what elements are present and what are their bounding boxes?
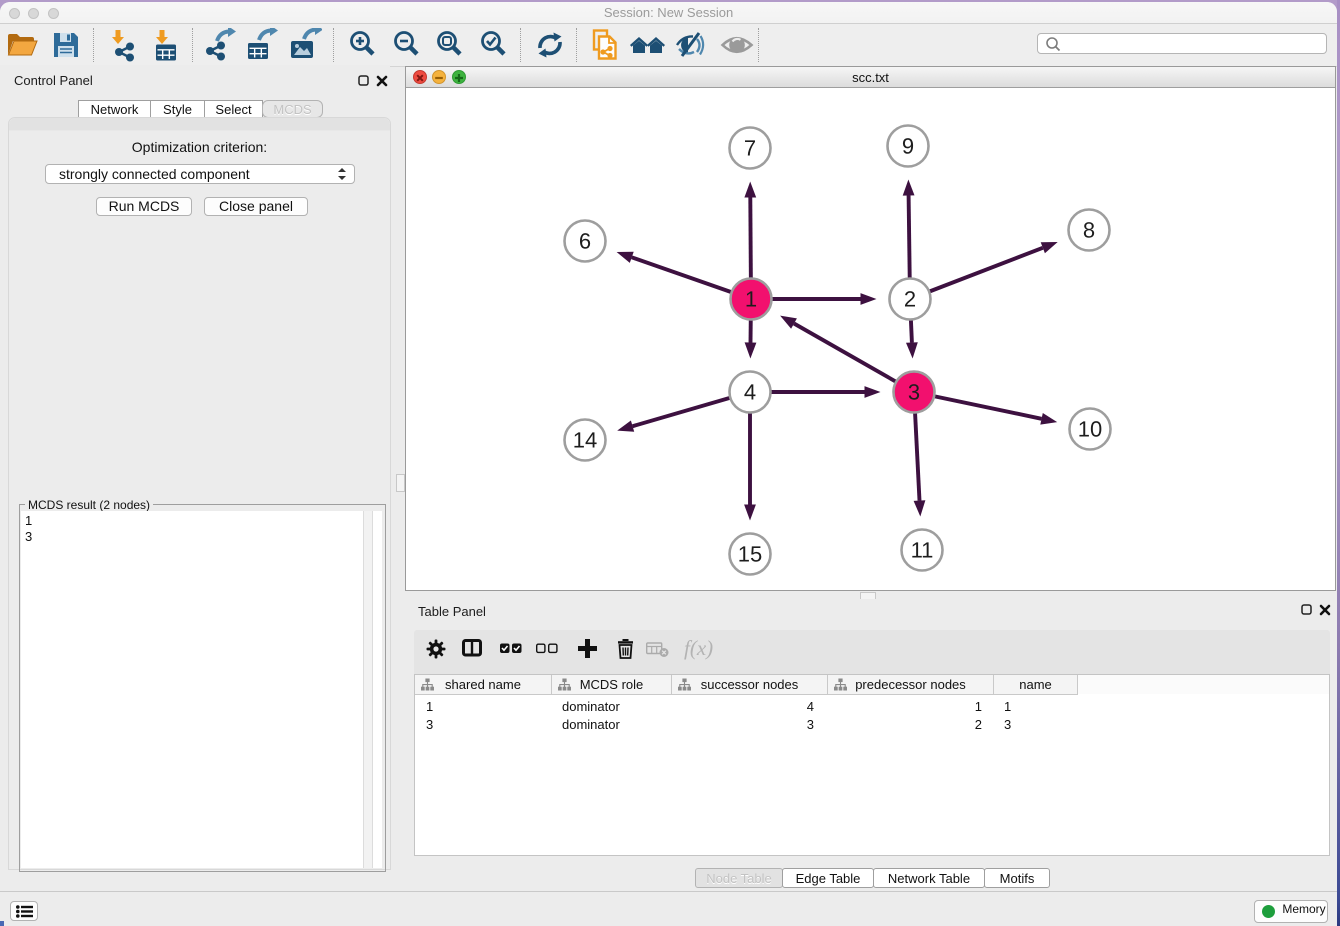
svg-text:10: 10	[1078, 417, 1102, 442]
svg-text:14: 14	[573, 428, 597, 453]
svg-text:2: 2	[904, 287, 916, 312]
svg-text:1: 1	[745, 287, 757, 312]
svg-text:3: 3	[908, 380, 920, 405]
svg-text:11: 11	[911, 538, 934, 563]
svg-text:6: 6	[579, 229, 591, 254]
svg-text:9: 9	[902, 134, 914, 159]
svg-text:15: 15	[738, 542, 762, 567]
svg-text:4: 4	[744, 380, 756, 405]
svg-text:7: 7	[744, 136, 756, 161]
svg-text:8: 8	[1083, 218, 1095, 243]
